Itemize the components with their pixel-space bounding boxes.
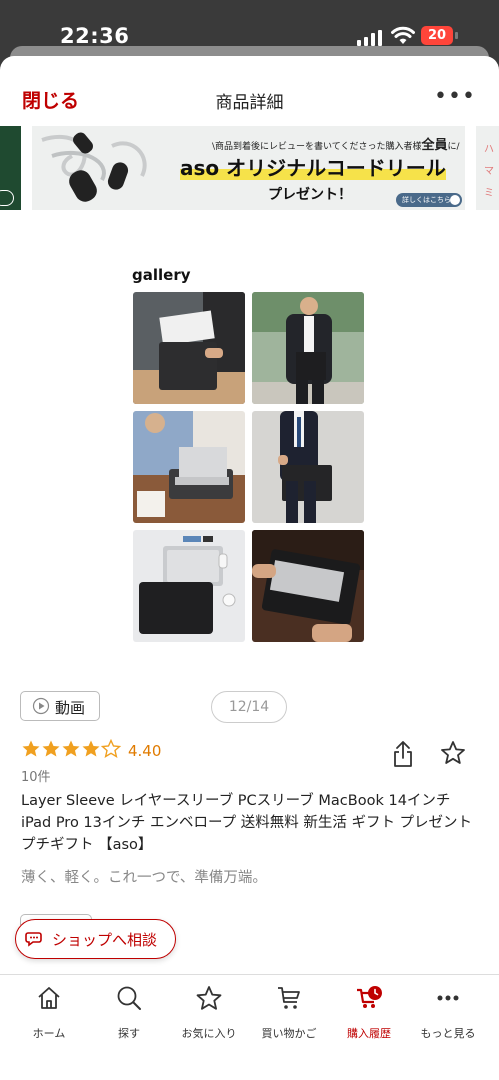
signal-icon (357, 30, 382, 46)
gallery-label: gallery (132, 266, 191, 284)
nav-more[interactable]: もっと見る (406, 981, 490, 1041)
photo-man-outdoor (252, 292, 364, 404)
cart-icon (278, 987, 300, 1009)
star-full-icon (62, 740, 80, 757)
banner-headline: aso オリジナルコードリール (180, 152, 446, 181)
gallery-image-1[interactable] (133, 292, 245, 404)
photo-desk-laptop (133, 411, 245, 523)
banner-present: プレゼント！ (268, 187, 352, 203)
bottom-nav: ホーム 探す お気に入り 買い物かご 購入履歴 もっと見る (0, 974, 499, 1080)
nav-search-label: 探す (118, 1027, 140, 1040)
chat-icon (25, 932, 42, 947)
nav-purchase-history[interactable]: 購入履歴 (327, 981, 411, 1041)
banner-note-suffix: に/ (447, 142, 460, 152)
favorite-star-icon[interactable] (440, 740, 466, 766)
status-time: 22:36 (60, 24, 130, 48)
consult-shop-button[interactable]: ショップへ相談 (15, 919, 176, 959)
search-icon (117, 986, 141, 1010)
photo-flatlay (133, 530, 245, 642)
banner-next-text-1: ハ (484, 144, 494, 155)
promo-banner[interactable]: \商品到着後にレビューを書いてくださった購入者様全員に/ aso オリジナルコー… (32, 126, 465, 210)
nav-purchase-history-label: 購入履歴 (347, 1027, 391, 1040)
product-catchcopy: 薄く、軽く。これ一つで、準備万端。 (21, 870, 267, 886)
wifi-icon (391, 26, 415, 44)
photo-man-suit (252, 411, 364, 523)
nav-search[interactable]: 探す (87, 981, 171, 1041)
cord-reel-image (41, 132, 147, 202)
video-label: 動画 (55, 699, 86, 717)
banner-headline-text: オリジナルコードリール (226, 156, 446, 180)
star-full-icon (42, 740, 60, 757)
nav-cart-label: 買い物かご (261, 1027, 317, 1040)
banner-next-text-3: ミ (484, 188, 494, 199)
banner-detail-label: 詳しくはこちら (402, 196, 451, 204)
nav-favorites-label: お気に入り (181, 1027, 237, 1040)
nav-favorites[interactable]: お気に入り (167, 981, 251, 1041)
nav-more-label: もっと見る (420, 1027, 476, 1040)
banner-detail-button[interactable]: 詳しくはこちら (396, 193, 462, 207)
banner-next-text-2: マ (484, 166, 494, 177)
rating-value: 4.40 (128, 742, 162, 760)
battery-cap (455, 32, 458, 39)
more-icon (437, 995, 459, 1001)
gallery-image-5[interactable] (133, 530, 245, 642)
banner-note-prefix: \商品到着後にレビューを書いてくださった購入者様 (212, 142, 422, 152)
video-button[interactable]: 動画 (20, 691, 100, 721)
photo-sleeve-closeup (252, 530, 364, 642)
banner-next-slide[interactable]: ハ マ ミ (476, 126, 499, 210)
battery-indicator: 20 (421, 26, 453, 45)
review-count[interactable]: 10件 (21, 766, 51, 785)
photo-laptop-sleeve (133, 292, 245, 404)
purchase-history-icon (357, 986, 382, 1008)
product-detail-sheet: 閉じる 商品詳細 ••• \商品到着後にレビューを書いてくださった購入者様全員に… (0, 56, 499, 1080)
star-icon (196, 986, 222, 1010)
share-icon[interactable] (392, 740, 414, 768)
nav-home[interactable]: ホーム (7, 981, 91, 1041)
nav-home-label: ホーム (32, 1027, 66, 1040)
star-full-icon (82, 740, 100, 757)
banner-note-emph: 全員 (421, 138, 448, 153)
home-icon (38, 987, 60, 1009)
gallery-image-6[interactable] (252, 530, 364, 642)
gallery-image-3[interactable] (133, 411, 245, 523)
star-half-icon (101, 739, 121, 758)
star-full-icon (22, 740, 40, 757)
nav-cart[interactable]: 買い物かご (247, 981, 331, 1041)
more-menu-button[interactable]: ••• (434, 84, 476, 109)
image-counter: 12/14 (211, 691, 287, 723)
play-icon (32, 697, 50, 715)
page-title: 商品詳細 (215, 93, 284, 113)
product-title: Layer Sleeve レイヤースリーブ PCスリーブ MacBook 14イ… (21, 793, 473, 853)
gallery-image-4[interactable] (252, 411, 364, 523)
arrow-right-icon (450, 195, 460, 205)
gallery-image-2[interactable] (252, 292, 364, 404)
banner-note: \商品到着後にレビューを書いてくださった購入者様全員に/ (212, 134, 460, 153)
banner-brand: aso (180, 156, 220, 180)
consult-label: ショップへ相談 (52, 931, 158, 949)
rating-stars (22, 739, 121, 758)
